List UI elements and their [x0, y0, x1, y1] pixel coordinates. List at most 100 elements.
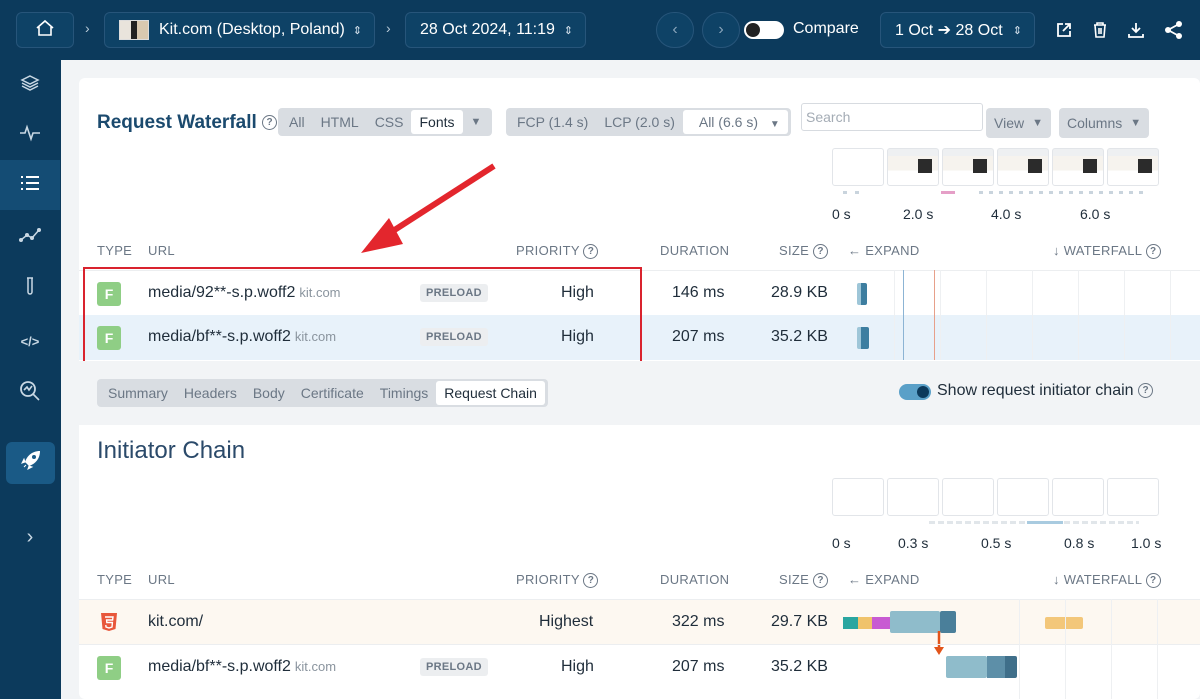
top-bar: › Kit.com (Desktop, Poland) ⇕ › 28 Oct 2…	[0, 0, 1200, 60]
filmstrip-frame[interactable]	[887, 478, 939, 516]
chevron-right-icon: ›	[718, 21, 724, 38]
filmstrip-frame[interactable]	[1107, 478, 1159, 516]
filmstrip-frame[interactable]	[1052, 478, 1104, 516]
sidebar-item-code[interactable]: </>	[0, 316, 60, 366]
home-button[interactable]	[16, 12, 74, 48]
filmstrip-frame[interactable]	[942, 478, 994, 516]
waterfall-wait-bar[interactable]	[946, 656, 987, 678]
filter-fonts[interactable]: Fonts	[411, 110, 463, 134]
tab-timings[interactable]: Timings	[372, 381, 437, 405]
help-icon[interactable]: ?	[583, 573, 599, 589]
tab-certificate[interactable]: Certificate	[293, 381, 372, 405]
filter-lcp[interactable]: LCP (2.0 s)	[596, 110, 683, 134]
search-input[interactable]	[801, 103, 983, 131]
filter-all[interactable]: All	[281, 110, 313, 134]
tab-headers[interactable]: Headers	[176, 381, 245, 405]
date-range-selector[interactable]: 1 Oct ➔ 28 Oct ⇕	[880, 12, 1035, 48]
filmstrip-frame[interactable]	[887, 148, 939, 186]
header-waterfall[interactable]: ↓ WATERFALL ?	[1053, 243, 1161, 260]
filmstrip-frame[interactable]	[942, 148, 994, 186]
table-row[interactable]: F media/bf**-s.p.woff2 kit.com PRELOAD Hi…	[79, 644, 1200, 689]
share-icon[interactable]	[1162, 18, 1186, 42]
sidebar-item-launch[interactable]	[6, 442, 55, 484]
waterfall-extra-bar[interactable]	[1045, 617, 1083, 629]
filter-html[interactable]: HTML	[313, 110, 367, 134]
waterfall-download-bar[interactable]	[987, 656, 1005, 678]
filter-css[interactable]: CSS	[367, 110, 412, 134]
filter-all-time[interactable]: All (6.6 s) ▼	[682, 110, 788, 134]
sidebar-item-lab[interactable]	[0, 264, 60, 314]
waterfall-bar[interactable]	[857, 327, 869, 349]
download-icon[interactable]	[1124, 18, 1148, 42]
caret-down-icon[interactable]: ▼	[463, 112, 490, 132]
sidebar-expand[interactable]: ›	[0, 512, 60, 562]
waterfall-wait-bar[interactable]	[890, 611, 940, 633]
help-icon[interactable]: ?	[1145, 573, 1161, 589]
main-content: Request Waterfall ? All HTML CSS Fonts ▼…	[61, 60, 1200, 699]
table-row[interactable]: kit.com/ Highest 322 ms 29.7 KB	[79, 599, 1200, 644]
help-icon[interactable]: ?	[262, 115, 278, 131]
updown-icon: ⇕	[563, 24, 573, 37]
header-waterfall[interactable]: ↓ WATERFALL ?	[1053, 572, 1161, 589]
header-priority[interactable]: PRIORITY ?	[516, 243, 599, 260]
site-selector[interactable]: Kit.com (Desktop, Poland) ⇕	[104, 12, 375, 48]
sidebar-item-layers[interactable]	[0, 60, 60, 110]
sidebar-item-requests[interactable]	[0, 160, 60, 210]
header-type[interactable]: TYPE	[97, 243, 132, 258]
help-icon[interactable]: ?	[583, 244, 599, 260]
sidebar-item-trends[interactable]	[0, 212, 60, 262]
filmstrip-frame[interactable]	[1107, 148, 1159, 186]
timeline-tick: 4.0 s	[991, 206, 1022, 222]
header-type[interactable]: TYPE	[97, 572, 132, 587]
external-link-icon[interactable]	[1052, 18, 1076, 42]
expand-toggle[interactable]: ← EXPAND	[848, 572, 920, 587]
next-button[interactable]: ›	[702, 12, 740, 48]
tab-summary[interactable]: Summary	[100, 381, 176, 405]
header-priority[interactable]: PRIORITY ?	[516, 572, 599, 589]
columns-dropdown[interactable]: Columns ▼	[1059, 108, 1150, 138]
filter-all-time-label: All (6.6 s)	[698, 114, 758, 130]
type-filter: All HTML CSS Fonts ▼	[278, 108, 493, 136]
help-icon[interactable]: ?	[1145, 244, 1161, 260]
chevron-right-icon: ›	[386, 20, 391, 36]
header-priority-text: PRIORITY	[516, 572, 580, 587]
waterfall-bar[interactable]	[857, 283, 867, 305]
header-size[interactable]: SIZE ?	[779, 572, 829, 589]
updown-icon: ⇕	[1012, 24, 1022, 37]
header-duration[interactable]: DURATION	[660, 243, 729, 258]
waterfall-download-bar[interactable]	[1005, 656, 1017, 678]
filmstrip-frame[interactable]	[832, 148, 884, 186]
header-url[interactable]: URL	[148, 243, 175, 258]
request-duration: 207 ms	[672, 328, 725, 345]
sidebar-item-pulse[interactable]	[0, 110, 60, 160]
tab-request-chain[interactable]: Request Chain	[436, 381, 545, 405]
site-label: Kit.com (Desktop, Poland)	[159, 21, 345, 38]
filmstrip-frame[interactable]	[832, 478, 884, 516]
date-selector[interactable]: 28 Oct 2024, 11:19 ⇕	[405, 12, 586, 48]
header-size[interactable]: SIZE ?	[779, 243, 829, 260]
show-chain-toggle[interactable]	[899, 384, 931, 400]
trash-icon[interactable]	[1088, 18, 1112, 42]
filter-fcp[interactable]: FCP (1.4 s)	[509, 110, 596, 134]
view-dropdown[interactable]: View ▼	[986, 108, 1051, 138]
header-url[interactable]: URL	[148, 572, 175, 587]
waterfall-download-bar[interactable]	[940, 611, 956, 633]
tab-body[interactable]: Body	[245, 381, 293, 405]
help-icon[interactable]: ?	[1138, 383, 1154, 399]
filmstrip-frame[interactable]	[997, 478, 1049, 516]
filmstrip-frame[interactable]	[997, 148, 1049, 186]
timeline-markers	[979, 191, 1149, 194]
request-url: media/bf**-s.p.woff2 kit.com	[148, 658, 336, 676]
expand-toggle[interactable]: ← EXPAND	[848, 243, 920, 258]
show-chain-text: Show request initiator chain	[937, 382, 1134, 399]
previous-button[interactable]: ‹	[656, 12, 694, 48]
help-icon[interactable]: ?	[813, 244, 829, 260]
help-icon[interactable]: ?	[813, 573, 829, 589]
sidebar-item-analyze[interactable]	[0, 368, 60, 418]
test-tube-icon	[23, 276, 37, 303]
compare-label: Compare	[793, 20, 859, 37]
header-duration[interactable]: DURATION	[660, 572, 729, 587]
filmstrip-frame[interactable]	[1052, 148, 1104, 186]
timeline-tick: 0 s	[832, 535, 851, 551]
compare-toggle[interactable]	[744, 21, 784, 39]
